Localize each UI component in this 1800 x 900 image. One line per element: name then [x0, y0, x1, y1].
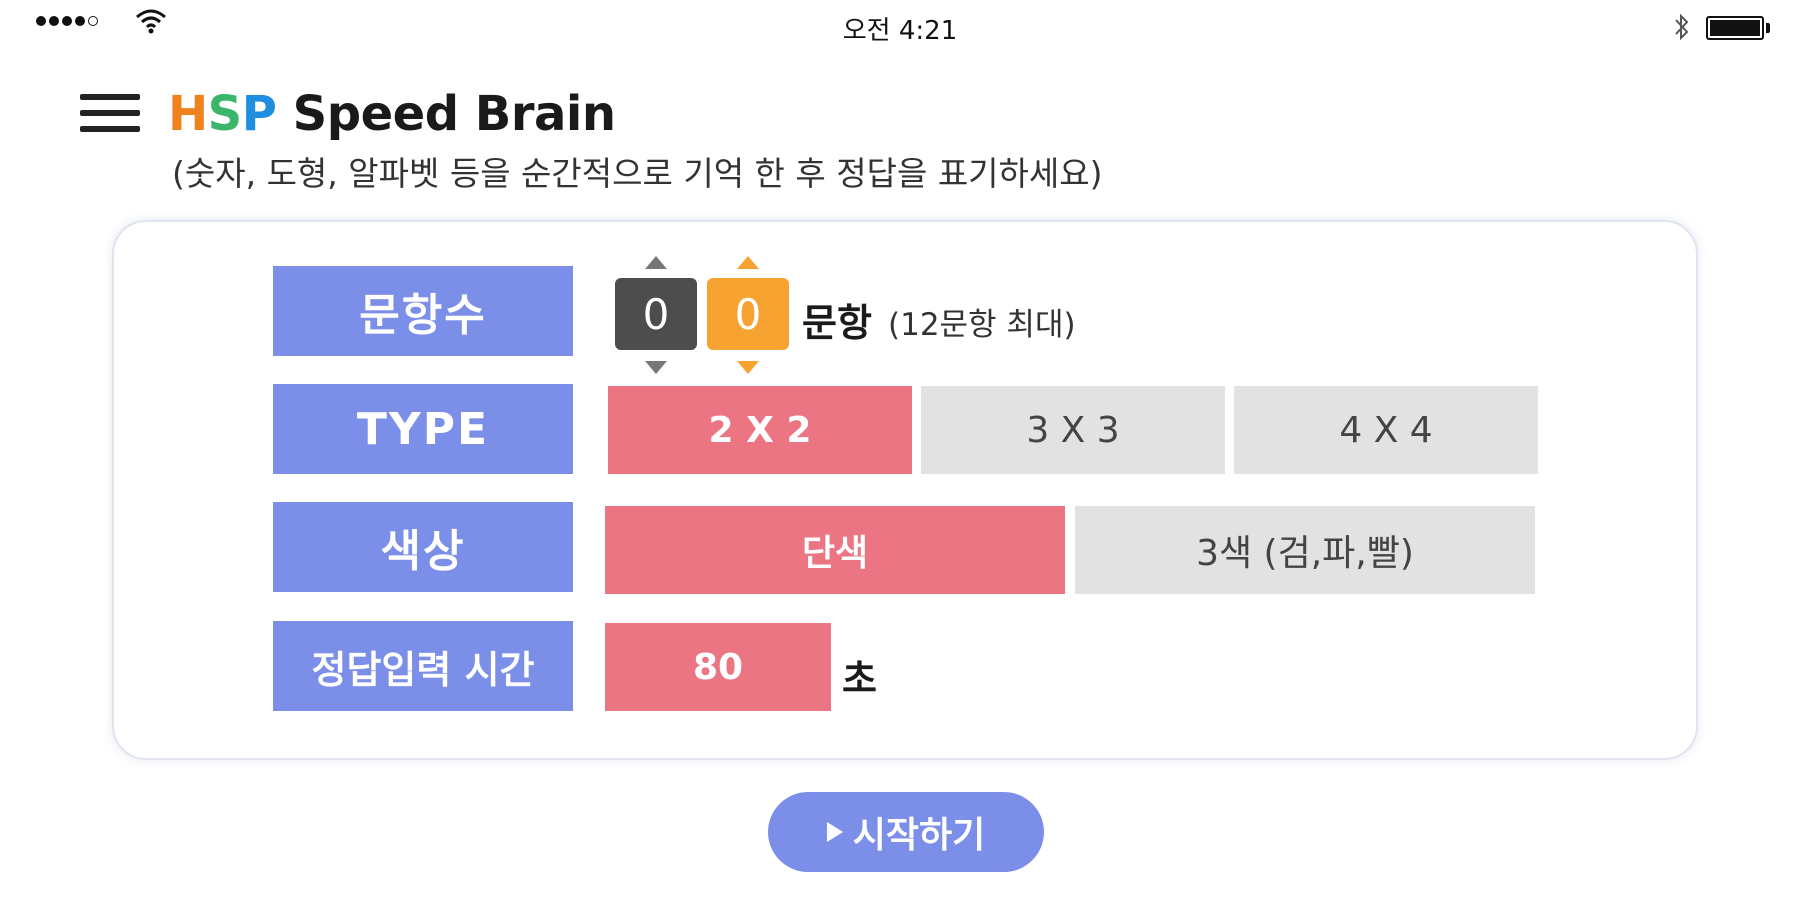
hamburger-menu-icon[interactable]	[80, 94, 140, 134]
brand-letter-s: S	[207, 86, 243, 142]
color-option-mono[interactable]: 단색	[605, 506, 1065, 594]
type-option-4x4[interactable]: 4 X 4	[1234, 386, 1538, 474]
answer-time-unit: 초	[842, 657, 877, 701]
type-option-3x3[interactable]: 3 X 3	[921, 386, 1225, 474]
battery-tip	[1766, 23, 1770, 33]
questions-ones-digit[interactable]: 0	[707, 278, 789, 350]
color-label: 색상	[273, 502, 573, 592]
brand-letter-p: P	[241, 86, 277, 142]
questions-max-note: (12문항 최대)	[888, 307, 1076, 343]
color-option-three[interactable]: 3색 (검,파,빨)	[1075, 506, 1535, 594]
type-label: TYPE	[273, 384, 573, 474]
answer-time-label: 정답입력 시간	[273, 621, 573, 711]
status-time: 오전 4:21	[842, 16, 958, 46]
type-option-2x2[interactable]: 2 X 2	[608, 386, 912, 474]
questions-label: 문항수	[273, 266, 573, 356]
ones-down-arrow-icon[interactable]	[737, 361, 759, 374]
start-button[interactable]: 시작하기	[768, 792, 1044, 872]
bluetooth-icon	[1675, 13, 1689, 41]
questions-unit: 문항	[802, 301, 872, 345]
tens-down-arrow-icon[interactable]	[645, 361, 667, 374]
start-button-label: 시작하기	[852, 815, 986, 856]
battery-icon	[1706, 16, 1764, 40]
page-subtitle: (숫자, 도형, 알파벳 등을 순간적으로 기억 한 후 정답을 표기하세요)	[172, 154, 1103, 193]
brand-name: Speed Brain	[276, 86, 616, 142]
play-icon	[826, 822, 843, 842]
ones-up-arrow-icon[interactable]	[737, 256, 759, 269]
answer-time-value[interactable]: 80	[605, 623, 831, 711]
tens-up-arrow-icon[interactable]	[645, 256, 667, 269]
questions-tens-digit[interactable]: 0	[615, 278, 697, 350]
app-title: HSP Speed Brain	[168, 86, 616, 142]
brand-letter-h: H	[168, 86, 208, 142]
